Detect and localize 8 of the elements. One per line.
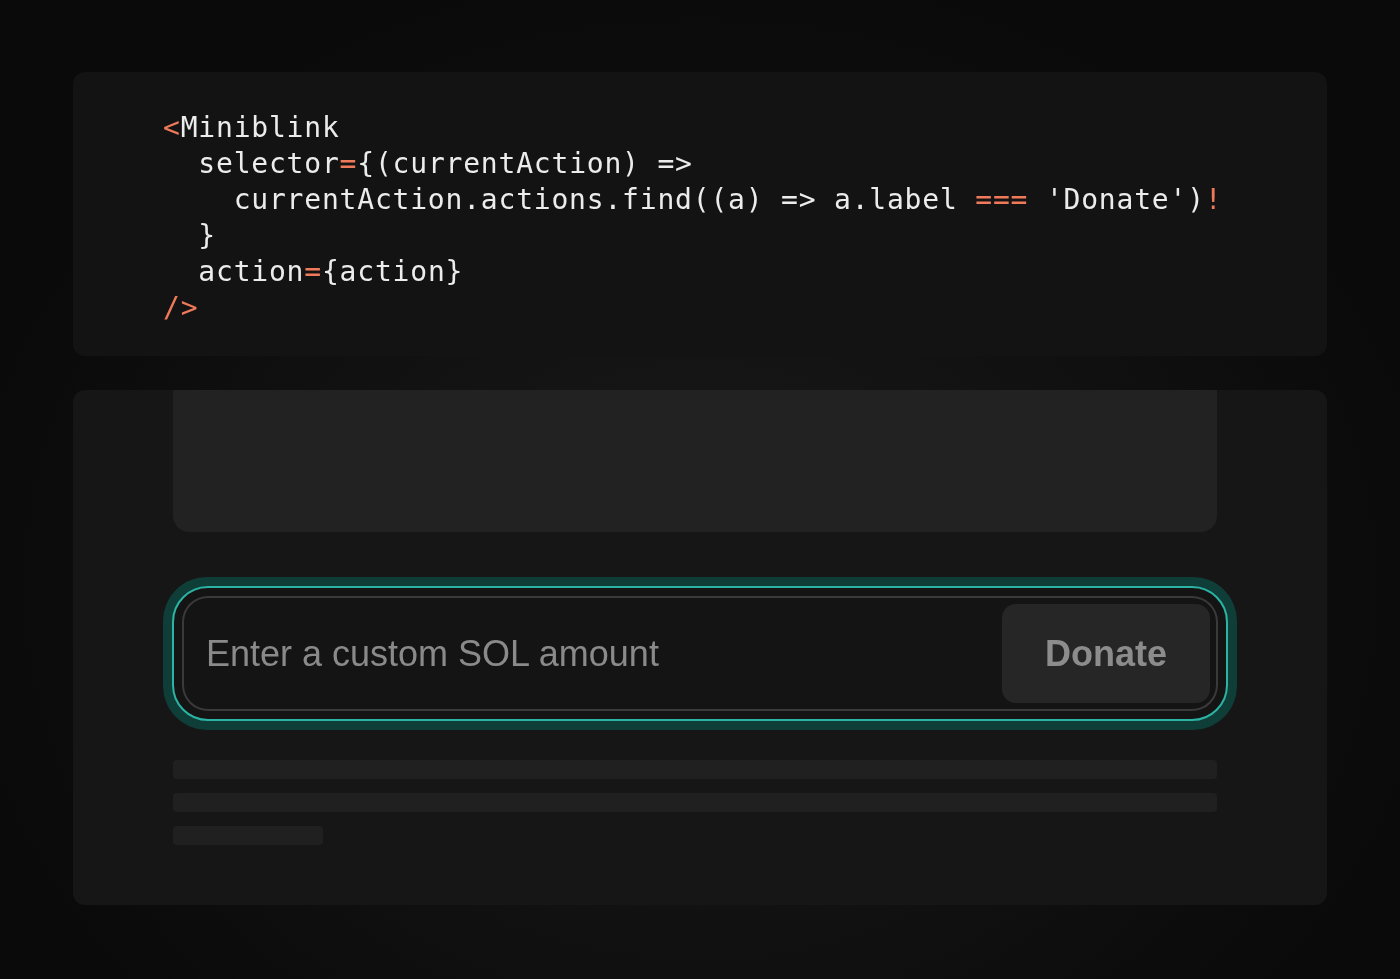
code-line: action={action} — [197, 254, 465, 290]
donate-button[interactable]: Donate — [1002, 604, 1210, 703]
code-line: } — [197, 218, 217, 254]
amount-input[interactable]: Enter a custom SOL amount — [204, 631, 1002, 676]
code-line: <Miniblink — [163, 110, 341, 146]
code-line: selector={(currentAction) => — [197, 146, 694, 182]
code-line: /> — [163, 290, 200, 326]
code-line: currentAction.actions.find((a) => a.label === 'Donate')! — [232, 182, 1224, 218]
